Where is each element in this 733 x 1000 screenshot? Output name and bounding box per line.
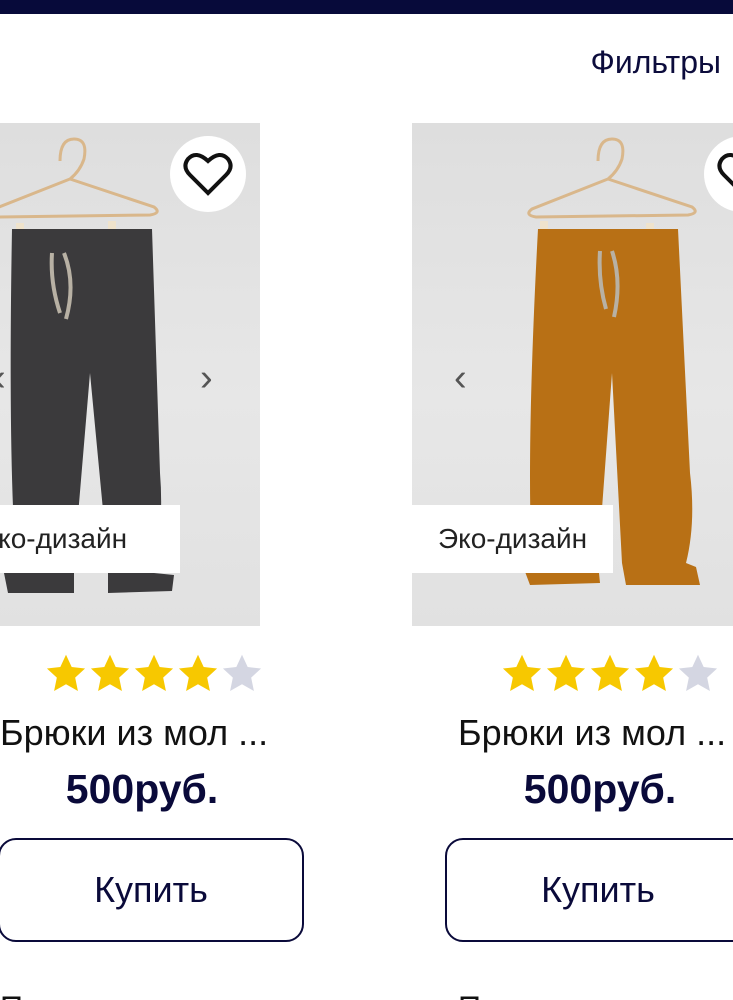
buy-button[interactable]: Купить: [445, 838, 733, 942]
carousel-prev-arrow[interactable]: ‹: [454, 359, 467, 397]
product-title[interactable]: Брюки из мол ...: [458, 712, 726, 754]
star-empty-icon: [678, 654, 718, 692]
eco-design-badge: Эко-дизайн: [0, 505, 180, 573]
eco-design-badge: Эко-дизайн: [412, 505, 614, 573]
heart-icon: [717, 153, 733, 187]
heart-icon: [183, 153, 233, 196]
next-row-text-peek: П: [0, 988, 30, 1000]
star-filled-icon: [546, 654, 586, 692]
rating-stars: [500, 652, 720, 696]
product-price: 500руб.: [523, 766, 677, 812]
product-card: ‹ Эко-дизайн Брюки из мол ... 500руб. Ку…: [412, 0, 733, 1000]
product-title[interactable]: Брюки из мол ...: [0, 712, 268, 754]
star-filled-icon: [590, 654, 630, 692]
star-filled-icon: [502, 654, 542, 692]
star-filled-icon: [134, 654, 174, 692]
rating-stars: [44, 652, 264, 696]
favorite-button[interactable]: [170, 136, 246, 212]
buy-button[interactable]: Купить: [0, 838, 304, 942]
carousel-next-arrow[interactable]: ›: [200, 359, 213, 397]
star-filled-icon: [178, 654, 218, 692]
next-row-text-peek: П: [458, 988, 488, 1000]
star-filled-icon: [634, 654, 674, 692]
star-empty-icon: [222, 654, 262, 692]
product-image-carousel[interactable]: ‹ › Эко-дизайн: [0, 123, 260, 626]
product-price: 500руб.: [65, 766, 219, 812]
star-filled-icon: [90, 654, 130, 692]
carousel-prev-arrow[interactable]: ‹: [0, 359, 6, 397]
star-filled-icon: [46, 654, 86, 692]
product-card: ‹ › Эко-дизайн Брюки из мол ... 500руб. …: [0, 0, 304, 1000]
product-image-carousel[interactable]: ‹ Эко-дизайн: [412, 123, 733, 626]
